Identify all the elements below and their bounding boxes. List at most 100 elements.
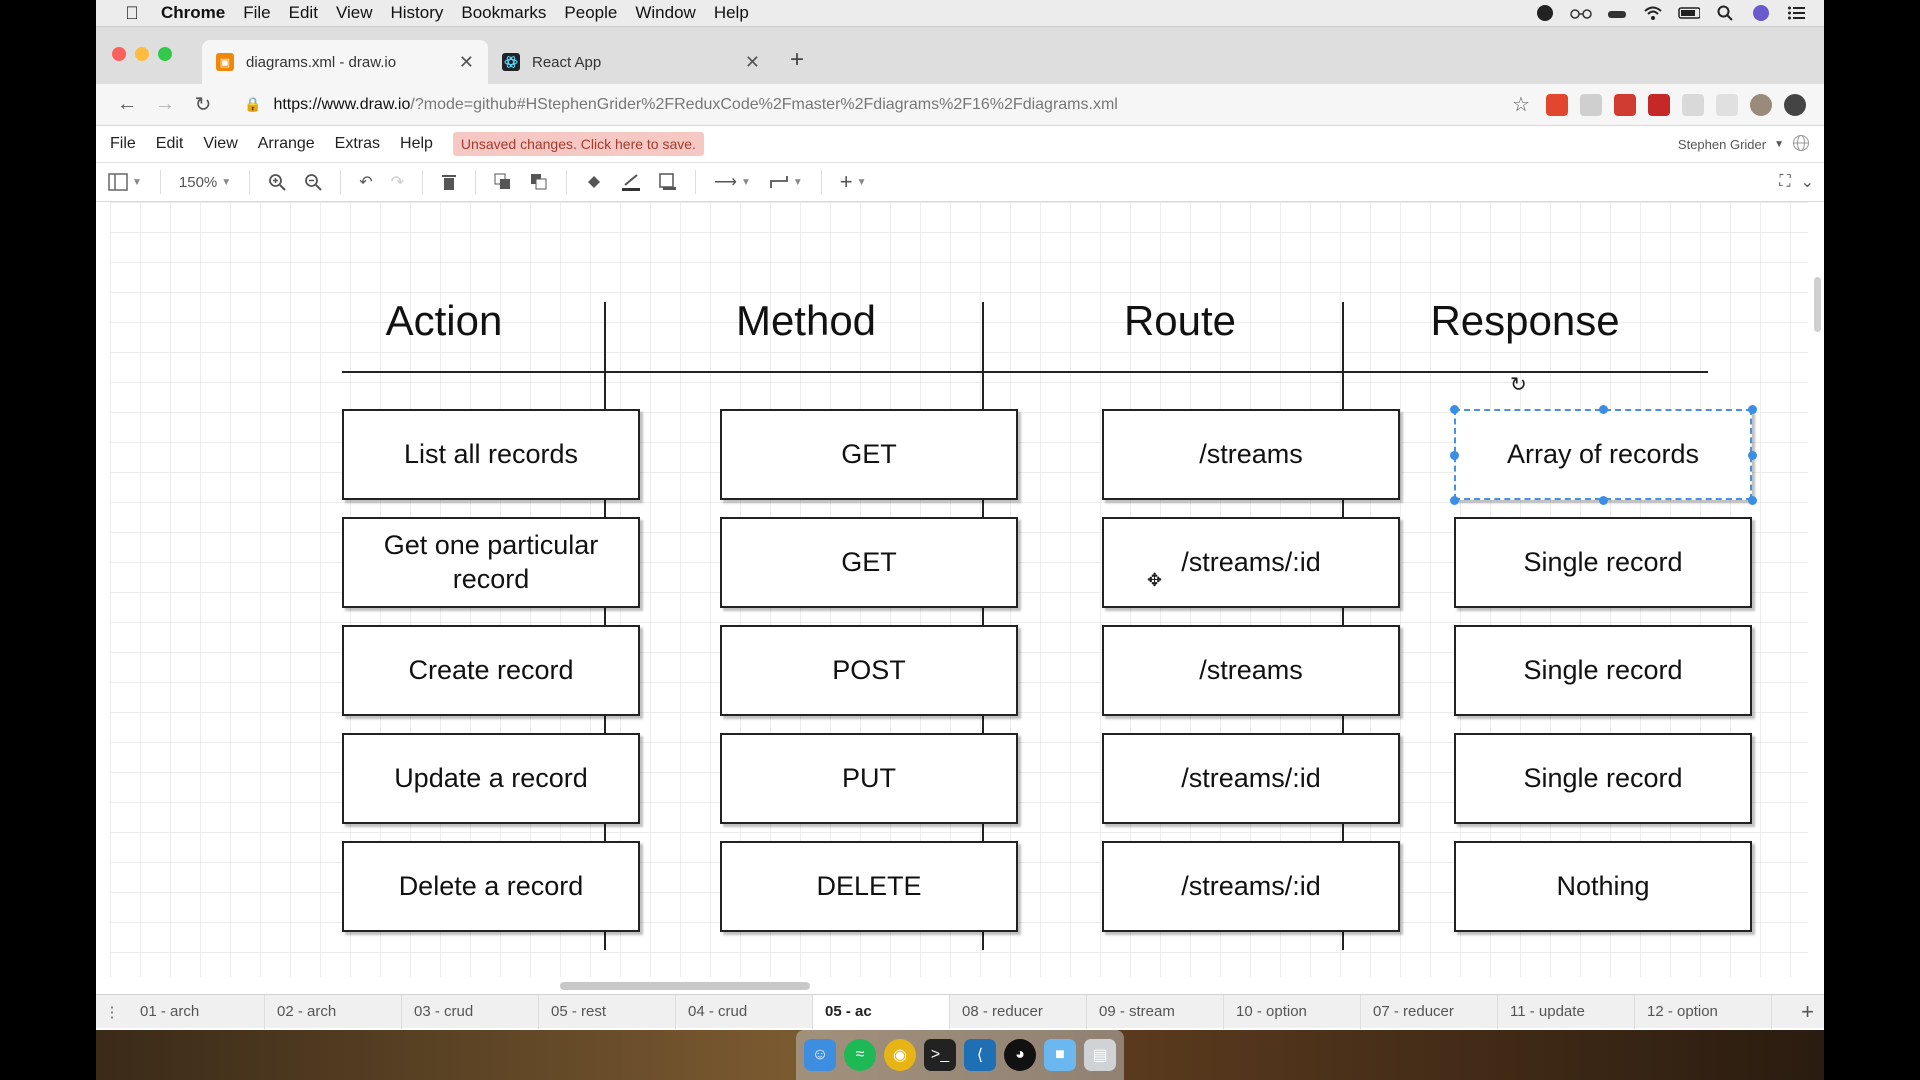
minimize-window-button[interactable]: [135, 47, 149, 61]
trash-icon[interactable]: [441, 173, 457, 191]
search-icon[interactable]: [1714, 4, 1736, 22]
menu-history[interactable]: History: [390, 3, 443, 23]
close-tab-icon[interactable]: ✕: [745, 52, 760, 73]
page-tab[interactable]: 12 - option: [1635, 994, 1772, 1029]
notification-center-icon[interactable]: [1786, 4, 1808, 22]
bookmark-star-icon[interactable]: ☆: [1502, 92, 1540, 117]
page-tab[interactable]: 04 - crud: [676, 994, 813, 1029]
page-tab[interactable]: 05 - ac: [813, 994, 950, 1029]
vscode-icon[interactable]: ⟨: [964, 1039, 996, 1071]
response-box[interactable]: Single record: [1454, 625, 1752, 716]
chrome-menu-icon[interactable]: [1784, 93, 1806, 116]
header-divider-line[interactable]: [342, 371, 1708, 373]
zoom-window-button[interactable]: [158, 47, 172, 61]
close-tab-icon[interactable]: ✕: [459, 52, 474, 73]
menu-view[interactable]: View: [336, 3, 373, 23]
globe-icon[interactable]: [1792, 134, 1810, 155]
action-box[interactable]: Create record: [342, 625, 640, 716]
page-tab[interactable]: 01 - arch: [128, 994, 265, 1029]
response-box[interactable]: Array of records: [1454, 409, 1752, 500]
shadow-icon[interactable]: [659, 173, 677, 191]
redo-icon[interactable]: ↷: [391, 172, 404, 192]
add-page-icon[interactable]: +: [1801, 999, 1814, 1025]
finder-icon[interactable]: ☺: [804, 1039, 836, 1071]
method-box[interactable]: PUT: [720, 733, 1018, 824]
action-box[interactable]: Delete a record: [342, 841, 640, 932]
method-box[interactable]: POST: [720, 625, 1018, 716]
menu-edit[interactable]: Edit: [289, 3, 318, 23]
extension-badge-icon[interactable]: [1648, 93, 1670, 116]
menu-bookmarks[interactable]: Bookmarks: [461, 3, 546, 23]
reload-icon[interactable]: ↻: [184, 92, 222, 117]
header-route[interactable]: Route: [1030, 297, 1330, 345]
chrome-icon[interactable]: ◉: [884, 1039, 916, 1071]
horizontal-scrollbar[interactable]: [560, 982, 810, 990]
drawio-menu-view[interactable]: View: [203, 135, 237, 153]
extension-icon[interactable]: [1614, 93, 1636, 116]
pages-menu-icon[interactable]: ⋮: [96, 1003, 128, 1021]
zoom-dropdown[interactable]: 150% ▼: [179, 174, 231, 191]
glasses-icon[interactable]: [1570, 4, 1592, 22]
route-box[interactable]: /streams/:id: [1102, 733, 1400, 824]
diagram-canvas[interactable]: Action Method Route Response List all re…: [110, 202, 1808, 977]
terminal-icon[interactable]: >_: [924, 1039, 956, 1071]
back-arrow-icon[interactable]: ←: [108, 93, 146, 116]
route-box[interactable]: /streams/:id: [1102, 841, 1400, 932]
page-tab[interactable]: 07 - reducer: [1361, 994, 1498, 1029]
zoom-in-icon[interactable]: [268, 173, 286, 191]
drawio-menu-extras[interactable]: Extras: [335, 135, 380, 153]
obs-icon[interactable]: ◕: [1004, 1039, 1036, 1071]
insert-plus-icon[interactable]: + ▼: [840, 169, 867, 195]
tray-app-icon[interactable]: [1534, 4, 1556, 22]
resize-handle[interactable]: [1599, 496, 1608, 505]
page-tab[interactable]: 08 - reducer: [950, 994, 1087, 1029]
action-box[interactable]: Update a record: [342, 733, 640, 824]
extension-icon[interactable]: [1682, 93, 1704, 116]
zoom-out-icon[interactable]: [304, 173, 322, 191]
user-menu[interactable]: Stephen Grider ▼: [1678, 134, 1810, 155]
drawio-menu-edit[interactable]: Edit: [156, 135, 184, 153]
unsaved-changes-button[interactable]: Unsaved changes. Click here to save.: [452, 132, 704, 156]
trash-bin-icon[interactable]: ▤: [1084, 1039, 1116, 1071]
siri-icon[interactable]: [1750, 4, 1772, 22]
wifi-icon[interactable]: [1642, 4, 1664, 22]
folder-icon[interactable]: ■: [1044, 1039, 1076, 1071]
extension-icon[interactable]: [1546, 93, 1568, 116]
rotate-handle-icon[interactable]: ↻: [1510, 372, 1527, 397]
action-box[interactable]: List all records: [342, 409, 640, 500]
drawio-menu-file[interactable]: File: [110, 135, 136, 153]
format-panel-icon[interactable]: ▼: [108, 173, 142, 191]
drawio-menu-arrange[interactable]: Arrange: [258, 135, 315, 153]
resize-handle[interactable]: [1748, 405, 1757, 414]
url-bar[interactable]: 🔒 https://www.draw.io/?mode=github#HStep…: [232, 89, 1492, 121]
resize-handle[interactable]: [1450, 405, 1459, 414]
docker-icon[interactable]: [1606, 4, 1628, 22]
page-tab[interactable]: 11 - update: [1498, 994, 1635, 1029]
to-back-icon[interactable]: [530, 173, 548, 191]
fullscreen-icon[interactable]: ⛶: [1779, 173, 1790, 191]
menu-help[interactable]: Help: [714, 3, 749, 23]
fill-color-icon[interactable]: [585, 173, 603, 191]
undo-icon[interactable]: ↶: [359, 172, 372, 192]
new-tab-button[interactable]: +: [790, 46, 804, 74]
forward-arrow-icon[interactable]: →: [146, 93, 184, 116]
method-box[interactable]: GET: [720, 517, 1018, 608]
collapse-panel-icon[interactable]: ⌄: [1801, 172, 1814, 192]
page-tab[interactable]: 05 - rest: [539, 994, 676, 1029]
tab-react-app[interactable]: React App ✕: [488, 40, 774, 84]
page-tab[interactable]: 10 - option: [1224, 994, 1361, 1029]
resize-handle[interactable]: [1450, 450, 1459, 460]
to-front-icon[interactable]: [494, 173, 512, 191]
page-tab[interactable]: 03 - crud: [402, 994, 539, 1029]
response-box[interactable]: Single record: [1454, 733, 1752, 824]
route-box[interactable]: /streams: [1102, 625, 1400, 716]
resize-handle[interactable]: [1599, 405, 1608, 414]
extension-icon[interactable]: [1716, 93, 1738, 116]
response-box[interactable]: Nothing: [1454, 841, 1752, 932]
spotify-icon[interactable]: ≈: [844, 1039, 876, 1071]
profile-avatar[interactable]: [1750, 93, 1772, 116]
drawio-menu-help[interactable]: Help: [400, 135, 433, 153]
action-box[interactable]: Get one particular record: [342, 517, 640, 608]
header-action[interactable]: Action: [294, 297, 594, 345]
line-color-icon[interactable]: [621, 173, 641, 191]
